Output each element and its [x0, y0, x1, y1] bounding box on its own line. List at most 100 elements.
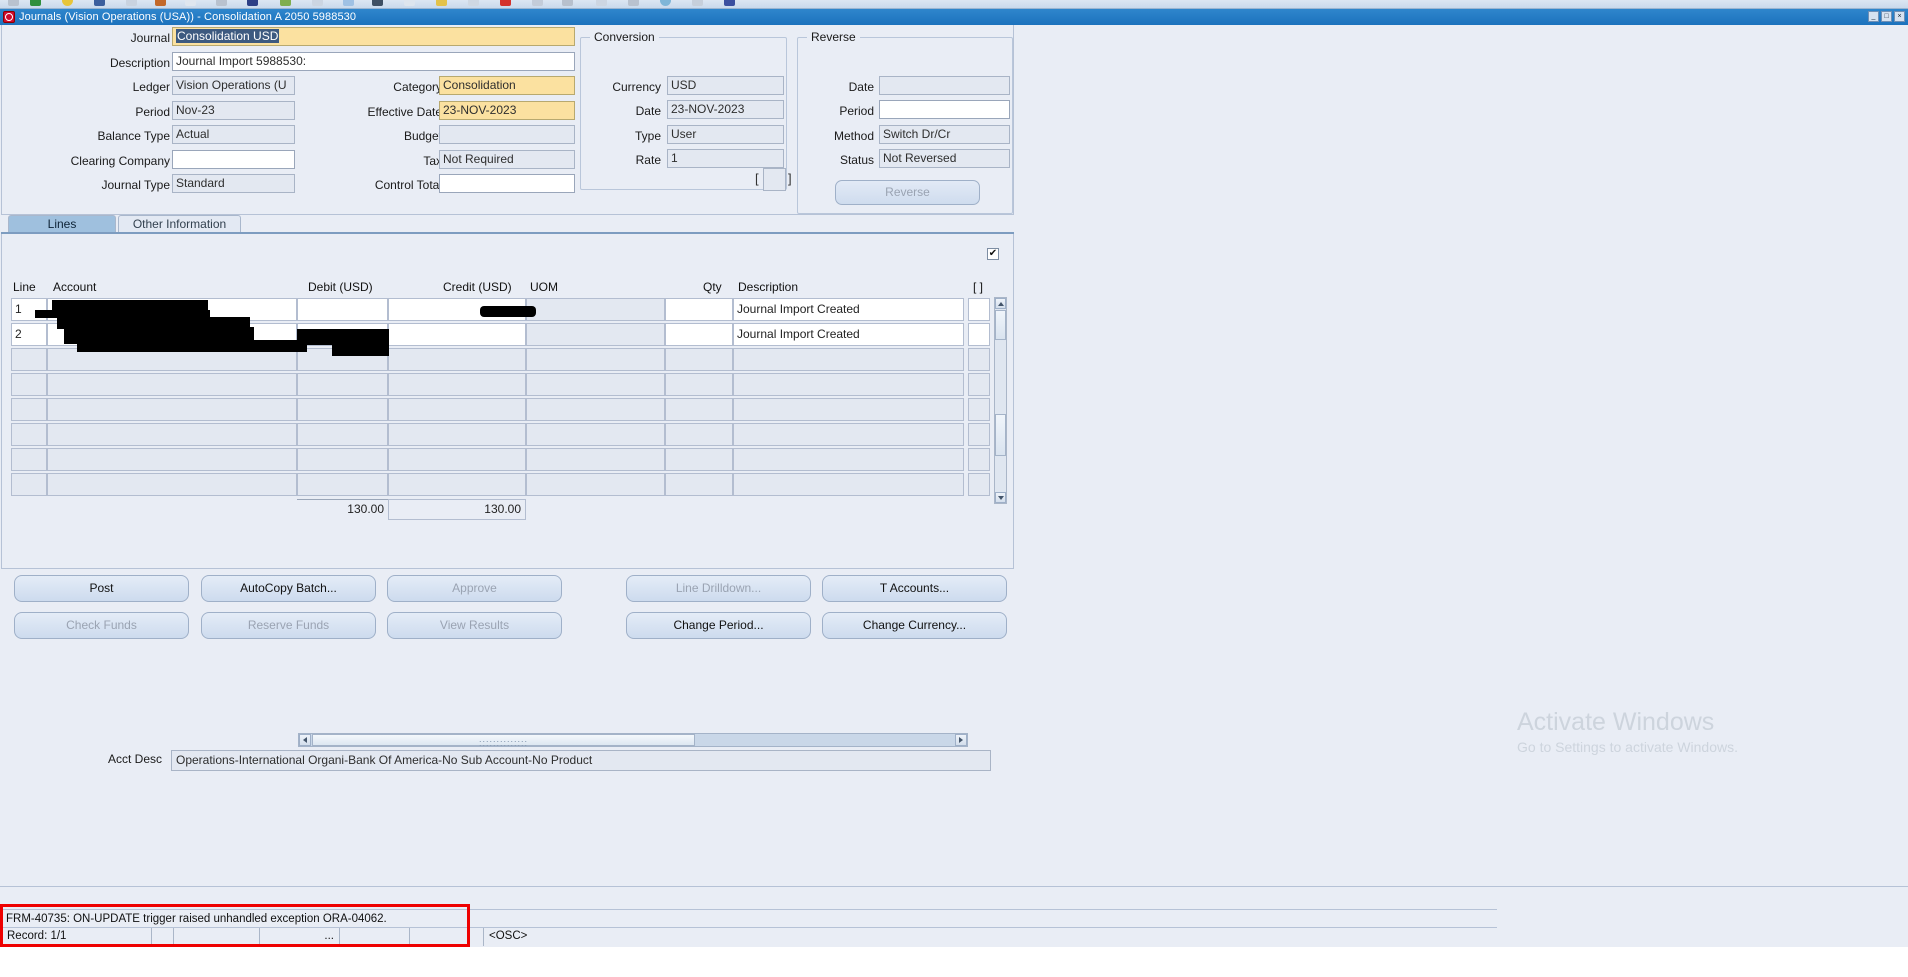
cell-uom-8[interactable]	[526, 473, 665, 496]
cell-debit-5[interactable]	[297, 398, 388, 421]
cell-credit-6[interactable]	[388, 423, 526, 446]
check-funds-button[interactable]: Check Funds	[14, 612, 189, 639]
scroll-grip[interactable]	[995, 414, 1006, 456]
cell-uom-2[interactable]	[526, 323, 665, 346]
cell-debit-1[interactable]	[297, 298, 388, 321]
toolbar-icon[interactable]	[372, 0, 383, 6]
lines-horizontal-scrollbar[interactable]: ::::::::::::::	[298, 733, 968, 747]
cell-credit-2[interactable]	[388, 323, 526, 346]
cell-flexfield-6[interactable]	[968, 423, 990, 446]
reverse-status-field[interactable]: Not Reversed	[879, 149, 1010, 168]
cell-description-1[interactable]: Journal Import Created	[733, 298, 964, 321]
reserve-funds-button[interactable]: Reserve Funds	[201, 612, 376, 639]
journal-field[interactable]: Consolidation USD	[172, 27, 575, 46]
cell-credit-4[interactable]	[388, 373, 526, 396]
cell-uom-5[interactable]	[526, 398, 665, 421]
line-drilldown-button[interactable]: Line Drilldown...	[626, 575, 811, 602]
cell-flexfield-3[interactable]	[968, 348, 990, 371]
toolbar-icon[interactable]	[216, 0, 227, 6]
cell-qty-8[interactable]	[665, 473, 733, 496]
cell-qty-7[interactable]	[665, 448, 733, 471]
post-button[interactable]: Post	[14, 575, 189, 602]
tax-field[interactable]: Not Required	[439, 150, 575, 169]
category-field[interactable]: Consolidation	[439, 76, 575, 95]
conversion-date-field[interactable]: 23-NOV-2023	[667, 100, 784, 119]
toolbar-icon[interactable]	[62, 0, 73, 6]
cell-description-5[interactable]	[733, 398, 964, 421]
toolbar-icon[interactable]	[436, 0, 447, 6]
maximize-button[interactable]: □	[1881, 11, 1892, 22]
control-total-field[interactable]	[439, 174, 575, 193]
toolbar-icon[interactable]	[343, 0, 354, 6]
cell-line-5[interactable]	[11, 398, 47, 421]
conversion-type-field[interactable]: User	[667, 125, 784, 144]
budget-field[interactable]	[439, 125, 575, 144]
lines-select-all-checkbox[interactable]: ✔	[987, 248, 999, 260]
toolbar-icon[interactable]	[247, 0, 258, 6]
cell-credit-3[interactable]	[388, 348, 526, 371]
period-field[interactable]: Nov-23	[172, 101, 295, 120]
toolbar-icon[interactable]	[660, 0, 671, 6]
cell-line-7[interactable]	[11, 448, 47, 471]
lines-vertical-scrollbar[interactable]	[994, 297, 1007, 504]
minimize-button[interactable]: _	[1868, 11, 1879, 22]
toolbar-icon[interactable]	[30, 0, 41, 6]
toolbar-icon[interactable]	[155, 0, 166, 6]
toolbar-icon[interactable]	[404, 0, 415, 6]
journal-type-field[interactable]: Standard	[172, 174, 295, 193]
cell-description-4[interactable]	[733, 373, 964, 396]
toolbar-icon[interactable]	[628, 0, 639, 6]
cell-qty-3[interactable]	[665, 348, 733, 371]
cell-description-3[interactable]	[733, 348, 964, 371]
cell-account-6[interactable]	[47, 423, 297, 446]
descriptive-flexfield[interactable]	[763, 168, 786, 191]
cell-uom-6[interactable]	[526, 423, 665, 446]
cell-credit-7[interactable]	[388, 448, 526, 471]
toolbar-icon[interactable]	[185, 0, 196, 6]
autocopy-batch-button[interactable]: AutoCopy Batch...	[201, 575, 376, 602]
cell-uom-3[interactable]	[526, 348, 665, 371]
reverse-period-field[interactable]	[879, 100, 1010, 119]
cell-uom-1[interactable]	[526, 298, 665, 321]
cell-line-3[interactable]	[11, 348, 47, 371]
view-results-button[interactable]: View Results	[387, 612, 562, 639]
scroll-right-button[interactable]	[955, 734, 967, 746]
cell-line-6[interactable]	[11, 423, 47, 446]
toolbar-icon[interactable]	[468, 0, 479, 6]
cell-account-8[interactable]	[47, 473, 297, 496]
toolbar-icon[interactable]	[692, 0, 703, 6]
scroll-up-button[interactable]	[995, 298, 1006, 309]
toolbar-icon[interactable]	[312, 0, 323, 6]
toolbar-icon[interactable]	[724, 0, 735, 6]
cell-debit-7[interactable]	[297, 448, 388, 471]
cell-qty-1[interactable]	[665, 298, 733, 321]
cell-flexfield-8[interactable]	[968, 473, 990, 496]
change-period-button[interactable]: Change Period...	[626, 612, 811, 639]
conversion-currency-field[interactable]: USD	[667, 76, 784, 95]
conversion-rate-field[interactable]: 1	[667, 149, 784, 168]
scroll-down-button[interactable]	[995, 492, 1006, 503]
cell-credit-5[interactable]	[388, 398, 526, 421]
cell-uom-7[interactable]	[526, 448, 665, 471]
clearing-company-field[interactable]	[172, 150, 295, 169]
reverse-date-field[interactable]	[879, 76, 1010, 95]
tab-other-information[interactable]: Other Information	[118, 215, 241, 233]
toolbar-icon[interactable]	[562, 0, 573, 6]
cell-description-7[interactable]	[733, 448, 964, 471]
cell-qty-6[interactable]	[665, 423, 733, 446]
scroll-thumb[interactable]	[995, 310, 1006, 340]
cell-uom-4[interactable]	[526, 373, 665, 396]
reverse-method-field[interactable]: Switch Dr/Cr	[879, 125, 1010, 144]
cell-qty-4[interactable]	[665, 373, 733, 396]
cell-flexfield-5[interactable]	[968, 398, 990, 421]
tab-lines[interactable]: Lines	[8, 215, 116, 233]
cell-debit-4[interactable]	[297, 373, 388, 396]
cell-flexfield-4[interactable]	[968, 373, 990, 396]
cell-account-7[interactable]	[47, 448, 297, 471]
cell-qty-2[interactable]	[665, 323, 733, 346]
cell-debit-8[interactable]	[297, 473, 388, 496]
cell-credit-8[interactable]	[388, 473, 526, 496]
cell-account-5[interactable]	[47, 398, 297, 421]
cell-description-8[interactable]	[733, 473, 964, 496]
cell-account-4[interactable]	[47, 373, 297, 396]
